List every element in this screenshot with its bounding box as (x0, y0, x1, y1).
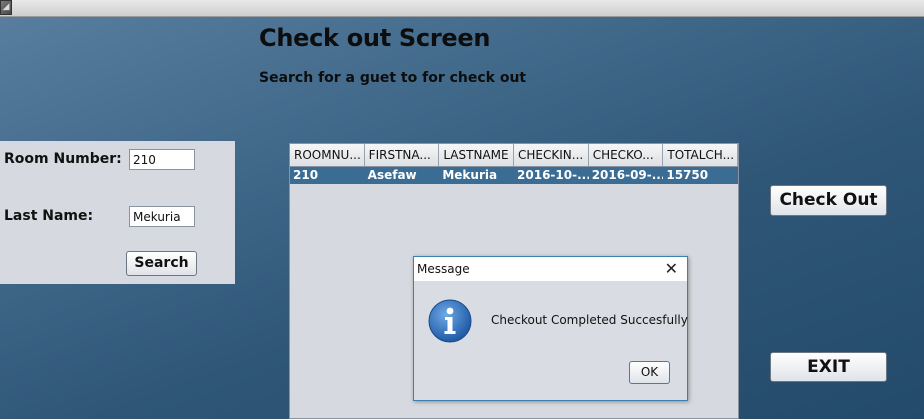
search-panel: Room Number: Last Name: Search (0, 141, 235, 284)
resize-corner-icon[interactable]: ◢ (0, 0, 12, 15)
table-cell[interactable]: 15750 (663, 167, 738, 184)
page-subtitle: Search for a guet to for check out (259, 70, 527, 86)
exit-button[interactable]: EXIT (770, 352, 887, 382)
column-header[interactable]: TOTALCH... (663, 144, 739, 166)
close-icon[interactable]: ✕ (665, 259, 678, 278)
table-row[interactable]: 210 Asefaw Mekuria 2016-10-... 2016-09-.… (290, 167, 738, 184)
column-header[interactable]: LASTNAME (439, 144, 515, 166)
table-cell[interactable]: Mekuria (439, 167, 514, 184)
info-icon (428, 299, 472, 343)
dialog-body: Checkout Completed Succesfully OK (414, 281, 688, 400)
column-header[interactable]: CHECKIN... (514, 144, 589, 166)
last-name-input[interactable] (129, 206, 195, 227)
message-dialog: Message ✕ Checkout Completed Succesfully… (413, 256, 688, 401)
column-header[interactable]: FIRSTNA... (365, 144, 440, 166)
room-number-input[interactable] (129, 149, 195, 170)
table-cell[interactable]: 210 (290, 167, 365, 184)
dialog-message: Checkout Completed Succesfully (491, 313, 688, 327)
ok-button[interactable]: OK (629, 361, 670, 384)
column-header[interactable]: ROOMNU... (290, 144, 365, 166)
search-button[interactable]: Search (126, 251, 197, 276)
table-cell[interactable]: 2016-09-... (589, 167, 664, 184)
table-cell[interactable]: 2016-10-... (514, 167, 589, 184)
last-name-label: Last Name: (4, 208, 94, 224)
page-title: Check out Screen (259, 24, 491, 52)
table-cell[interactable]: Asefaw (365, 167, 440, 184)
window-topbar: ◢ (0, 0, 924, 17)
table-header: ROOMNU... FIRSTNA... LASTNAME CHECKIN...… (290, 144, 739, 167)
room-number-label: Room Number: (4, 151, 122, 167)
check-out-button[interactable]: Check Out (770, 185, 887, 216)
column-header[interactable]: CHECKO... (589, 144, 664, 166)
dialog-title: Message (417, 262, 470, 276)
